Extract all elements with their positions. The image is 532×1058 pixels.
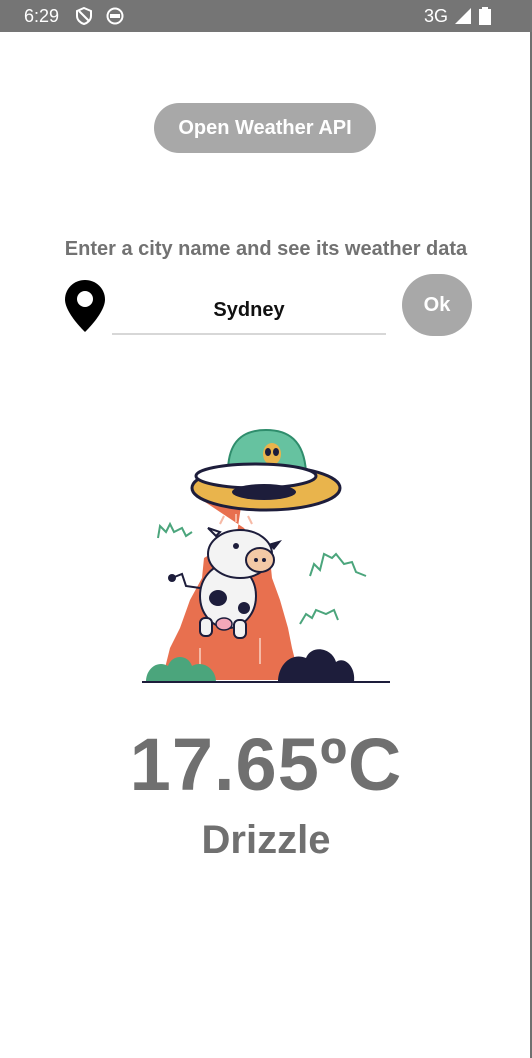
ufo-hatch: [232, 484, 296, 500]
shield-icon: [76, 7, 92, 25]
temperature-value: 17.65ºC: [129, 723, 403, 806]
open-weather-api-button[interactable]: Open Weather API: [154, 103, 376, 153]
instruction-text: Enter a city name and see its weather da…: [64, 238, 468, 260]
status-time: 6:29: [24, 6, 60, 26]
ok-button[interactable]: Ok: [402, 274, 472, 336]
signal-icon: [455, 8, 471, 24]
ufo-abducting-cow-illustration: [142, 428, 390, 683]
face-icon: [106, 7, 124, 25]
network-type: 3G: [424, 6, 449, 26]
status-bar: 6:29 3G: [0, 0, 532, 32]
location-pin-icon: [65, 280, 105, 332]
city-input[interactable]: [112, 287, 386, 335]
weather-condition: Drizzle: [201, 818, 331, 862]
battery-icon: [479, 7, 491, 25]
